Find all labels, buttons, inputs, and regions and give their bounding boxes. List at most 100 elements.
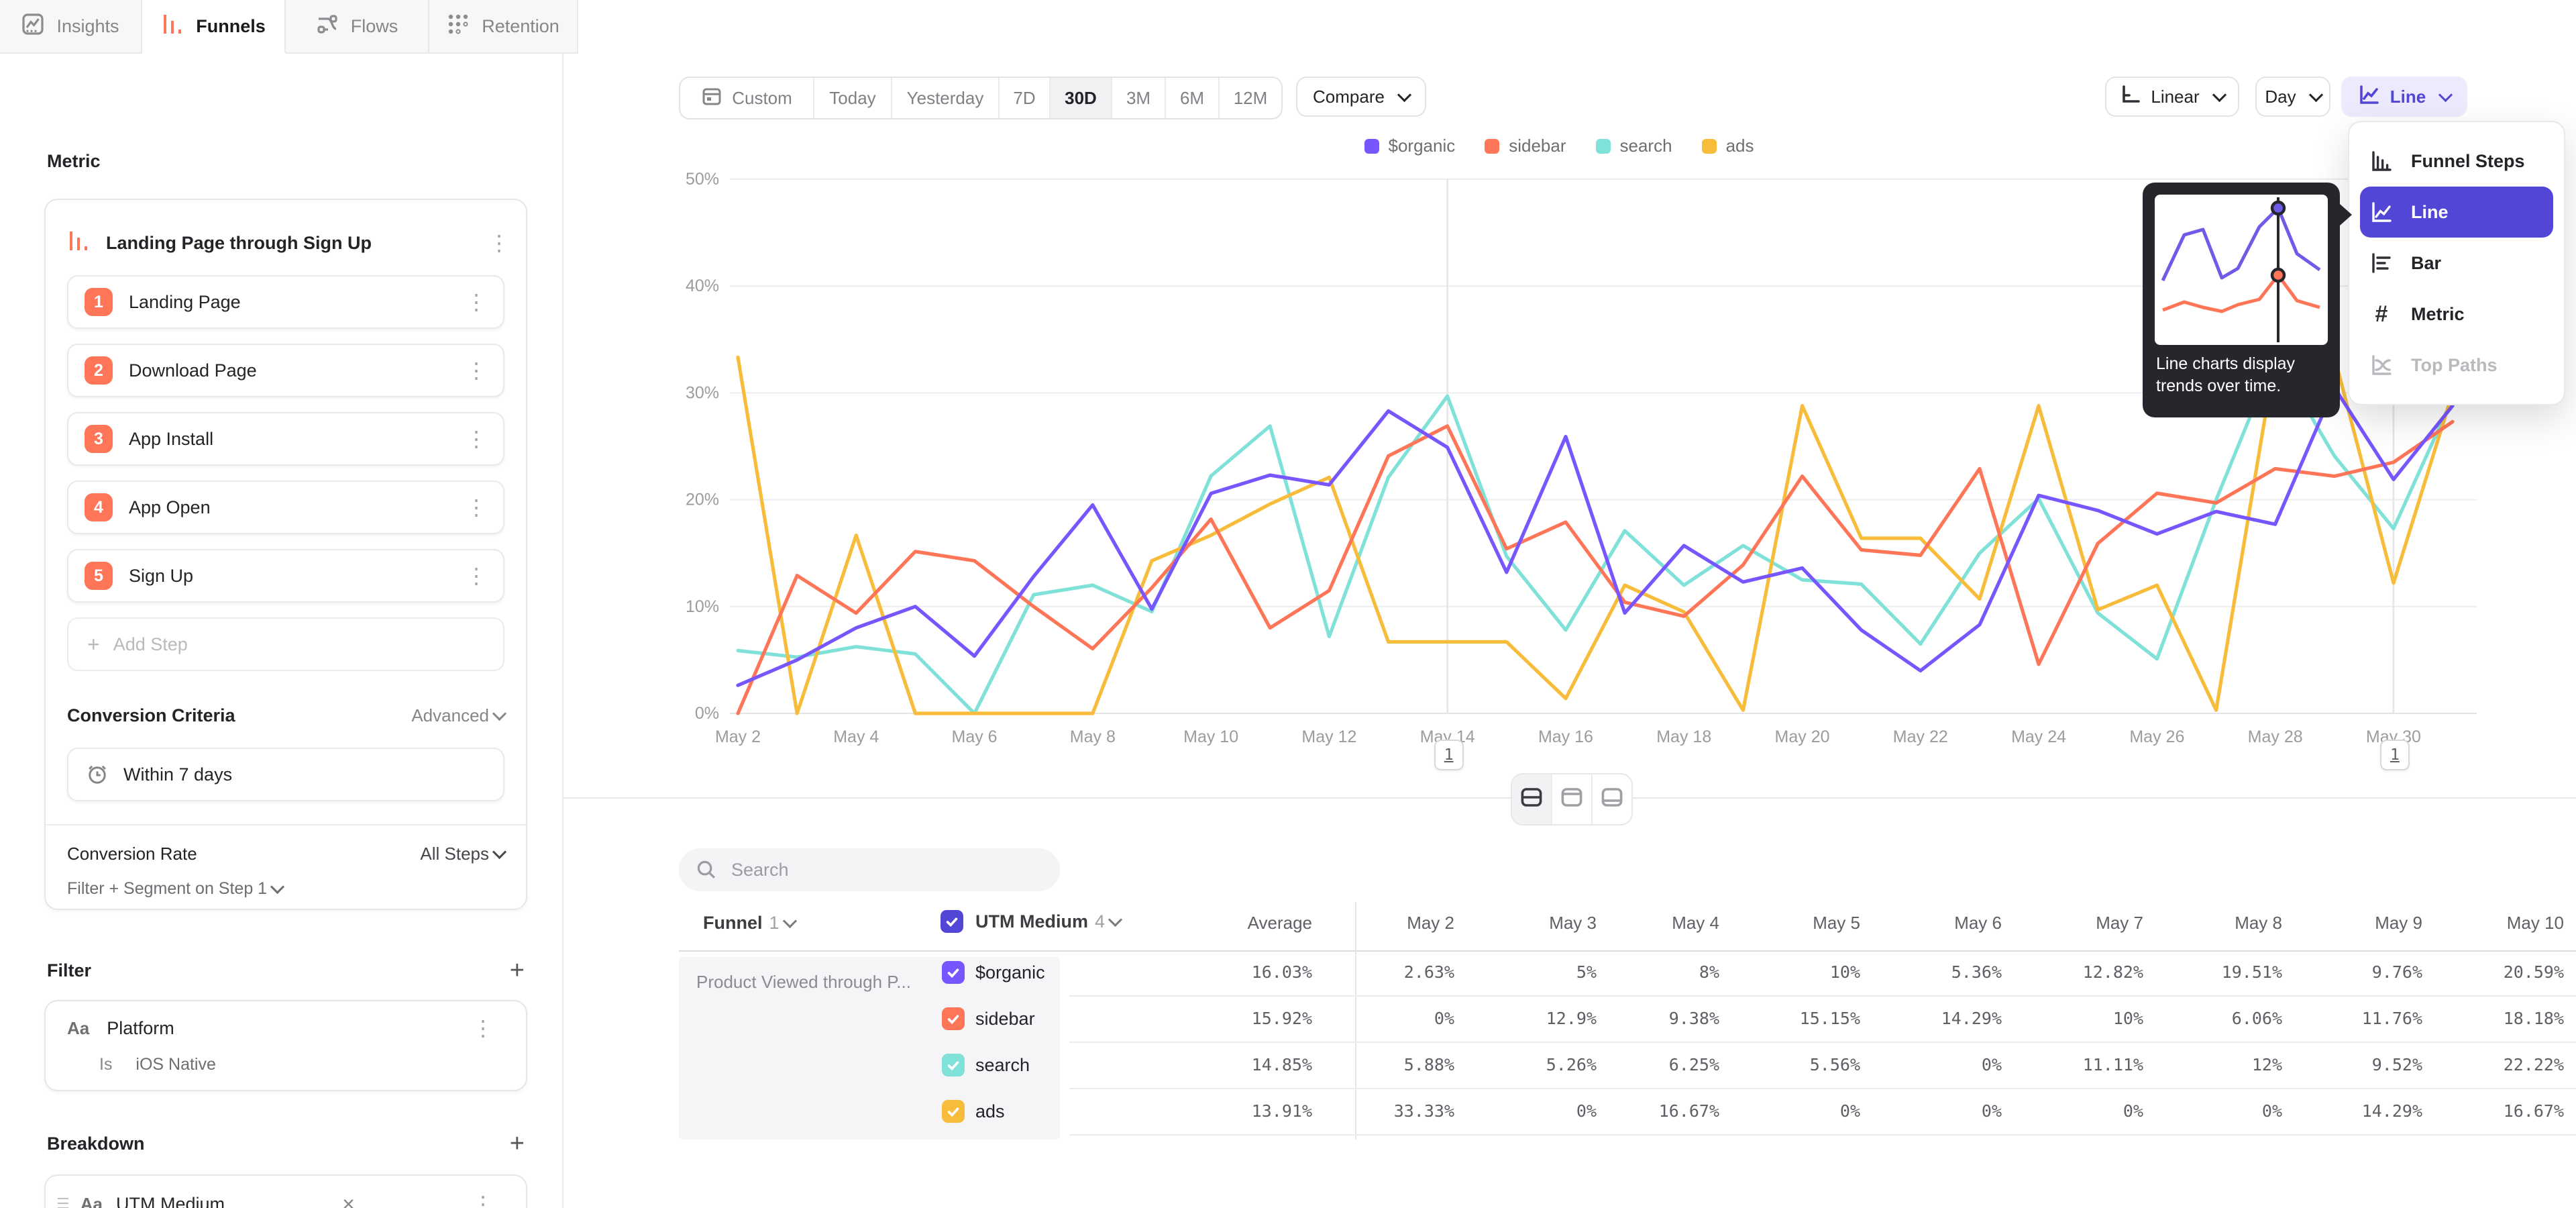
linear-scale-icon (2120, 84, 2141, 110)
column-header-may-4[interactable]: May 4 (1672, 913, 1719, 934)
drag-handle-icon[interactable]: ☰ (56, 1195, 70, 1208)
funnel-step-sign-up[interactable]: 5Sign Up⋮ (67, 549, 504, 603)
row-label: $organic (975, 962, 1045, 983)
date-preset-custom[interactable]: Custom (680, 78, 814, 118)
tab-flows[interactable]: Flows (286, 0, 429, 54)
remove-breakdown-icon[interactable]: × (329, 1192, 368, 1208)
top-paths-icon (2368, 352, 2395, 379)
table-header: Funnel 1 UTM Medium 4 Average May 2 May 3 M… (0, 902, 2576, 950)
step-kebab-icon[interactable]: ⋮ (466, 291, 487, 313)
step-kebab-icon[interactable]: ⋮ (466, 428, 487, 450)
row-checkbox[interactable] (942, 961, 965, 984)
tab-retention[interactable]: Retention (429, 0, 578, 54)
scale-button[interactable]: Linear (2105, 77, 2239, 117)
svg-text:May 8: May 8 (1070, 727, 1116, 746)
funnel-column-header[interactable]: Funnel 1 (703, 913, 795, 934)
metric-kebab-icon[interactable]: ⋮ (488, 232, 510, 254)
table-row-organic: $organic16.03%2.63%5%8%10%5.36%12.82%19.… (0, 950, 2576, 997)
column-header-may-7[interactable]: May 7 (2096, 913, 2143, 934)
calendar-icon (701, 85, 722, 111)
column-header-may-9[interactable]: May 9 (2375, 913, 2422, 934)
filter-segment-toggle[interactable]: Filter + Segment on Step 1 (67, 874, 504, 903)
tab-label: Retention (482, 16, 559, 37)
date-preset-6m[interactable]: 6M (1166, 78, 1220, 118)
column-header-may-6[interactable]: May 6 (1954, 913, 2002, 934)
conversion-rate-row: Conversion Rate All Steps (67, 838, 504, 870)
chart-type-menu: Funnel Steps Line Bar#MetricTop Paths (2348, 121, 2565, 405)
granularity-button[interactable]: Day (2255, 77, 2330, 117)
select-all-checkbox[interactable] (941, 910, 963, 933)
table-view-button[interactable] (1593, 774, 1631, 824)
legend-item-search[interactable]: search (1596, 136, 1672, 156)
legend-item-organic[interactable]: $organic (1364, 136, 1456, 156)
funnels-app: Insights Funnels Flows Retention Metric … (0, 0, 2576, 1208)
legend-swatch (1596, 139, 1611, 154)
breakdown-card[interactable]: ☰ Aa UTM Medium × ⋮ (44, 1174, 527, 1208)
column-header-may-8[interactable]: May 8 (2235, 913, 2282, 934)
svg-text:May 18: May 18 (1656, 727, 1711, 746)
tab-label: Funnels (196, 16, 266, 37)
breakdown-property: UTM Medium (116, 1194, 225, 1208)
add-step-button[interactable]: +Add Step (67, 617, 504, 671)
breakdown-column-header[interactable]: UTM Medium 4 (941, 910, 1120, 933)
column-header-may-5[interactable]: May 5 (1813, 913, 1860, 934)
annotation-badge[interactable]: 1 (2380, 740, 2410, 770)
step-kebab-icon[interactable]: ⋮ (466, 497, 487, 518)
row-checkbox[interactable] (942, 1007, 965, 1030)
row-checkbox[interactable] (942, 1054, 965, 1076)
menu-item-funnel-steps[interactable]: Funnel Steps (2349, 136, 2564, 187)
table-search[interactable] (679, 848, 1060, 891)
menu-item-metric[interactable]: #Metric (2349, 289, 2564, 340)
table-cell: 5.36% (1951, 962, 2002, 982)
table-cell: 14.29% (2362, 1101, 2422, 1121)
date-preset-7d[interactable]: 7D (1000, 78, 1051, 118)
split-view-button[interactable] (1512, 774, 1552, 824)
svg-text:May 20: May 20 (1775, 727, 1830, 746)
step-number-badge: 3 (85, 425, 113, 453)
row-checkbox[interactable] (942, 1100, 965, 1123)
chart-type-button[interactable]: Line (2341, 77, 2467, 117)
column-header-may-2[interactable]: May 2 (1407, 913, 1454, 934)
menu-item-top-paths: Top Paths (2349, 340, 2564, 391)
table-cell: 0% (1982, 1055, 2002, 1074)
date-preset-12m[interactable]: 12M (1220, 78, 1281, 118)
advanced-toggle[interactable]: Advanced (411, 705, 504, 726)
tab-insights[interactable]: Insights (0, 0, 142, 54)
legend-item-ads[interactable]: ads (1702, 136, 1754, 156)
table-cell: 10% (2113, 1009, 2143, 1028)
compare-button[interactable]: Compare (1296, 77, 1426, 117)
date-preset-3m[interactable]: 3M (1112, 78, 1166, 118)
funnel-step-app-open[interactable]: 4App Open⋮ (67, 481, 504, 534)
table-cell: 19.51% (2222, 962, 2282, 982)
funnel-step-app-install[interactable]: 3App Install⋮ (67, 412, 504, 466)
menu-item-label: Line (2411, 202, 2449, 223)
table-cell: 11.76% (2362, 1009, 2422, 1028)
funnel-step-download-page[interactable]: 2Download Page⋮ (67, 344, 504, 397)
chevron-down-icon (2438, 87, 2453, 101)
date-preset-30d[interactable]: 30D (1051, 78, 1112, 118)
date-preset-yesterday[interactable]: Yesterday (892, 78, 1000, 118)
metric-title-row[interactable]: Landing Page through Sign Up ⋮ (46, 216, 526, 270)
funnels-icon (161, 13, 184, 40)
funnel-metric-icon (67, 230, 90, 257)
conversion-rate-selector[interactable]: All Steps (420, 844, 504, 864)
annotation-badge[interactable]: 1 (1434, 740, 1464, 770)
menu-item-line[interactable]: Line (2360, 187, 2553, 238)
breakdown-kebab-icon[interactable]: ⋮ (472, 1193, 494, 1208)
tab-funnels[interactable]: Funnels (142, 0, 286, 54)
column-header-may-10[interactable]: May 10 (2507, 913, 2564, 934)
chart-view-button[interactable] (1552, 774, 1593, 824)
date-preset-today[interactable]: Today (814, 78, 892, 118)
column-header-may-3[interactable]: May 3 (1549, 913, 1597, 934)
search-input[interactable] (729, 858, 1029, 882)
legend-label: ads (1726, 136, 1754, 156)
conversion-window-button[interactable]: Within 7 days (67, 748, 504, 801)
tooltip-text: Line charts display trends over time. (2156, 353, 2329, 397)
funnel-step-landing-page[interactable]: 1Landing Page⋮ (67, 275, 504, 329)
column-header-average[interactable]: Average (1248, 913, 1312, 934)
menu-item-bar[interactable]: Bar (2349, 238, 2564, 289)
row-label: sidebar (975, 1009, 1035, 1029)
step-kebab-icon[interactable]: ⋮ (466, 565, 487, 587)
legend-item-sidebar[interactable]: sidebar (1485, 136, 1566, 156)
step-kebab-icon[interactable]: ⋮ (466, 360, 487, 381)
